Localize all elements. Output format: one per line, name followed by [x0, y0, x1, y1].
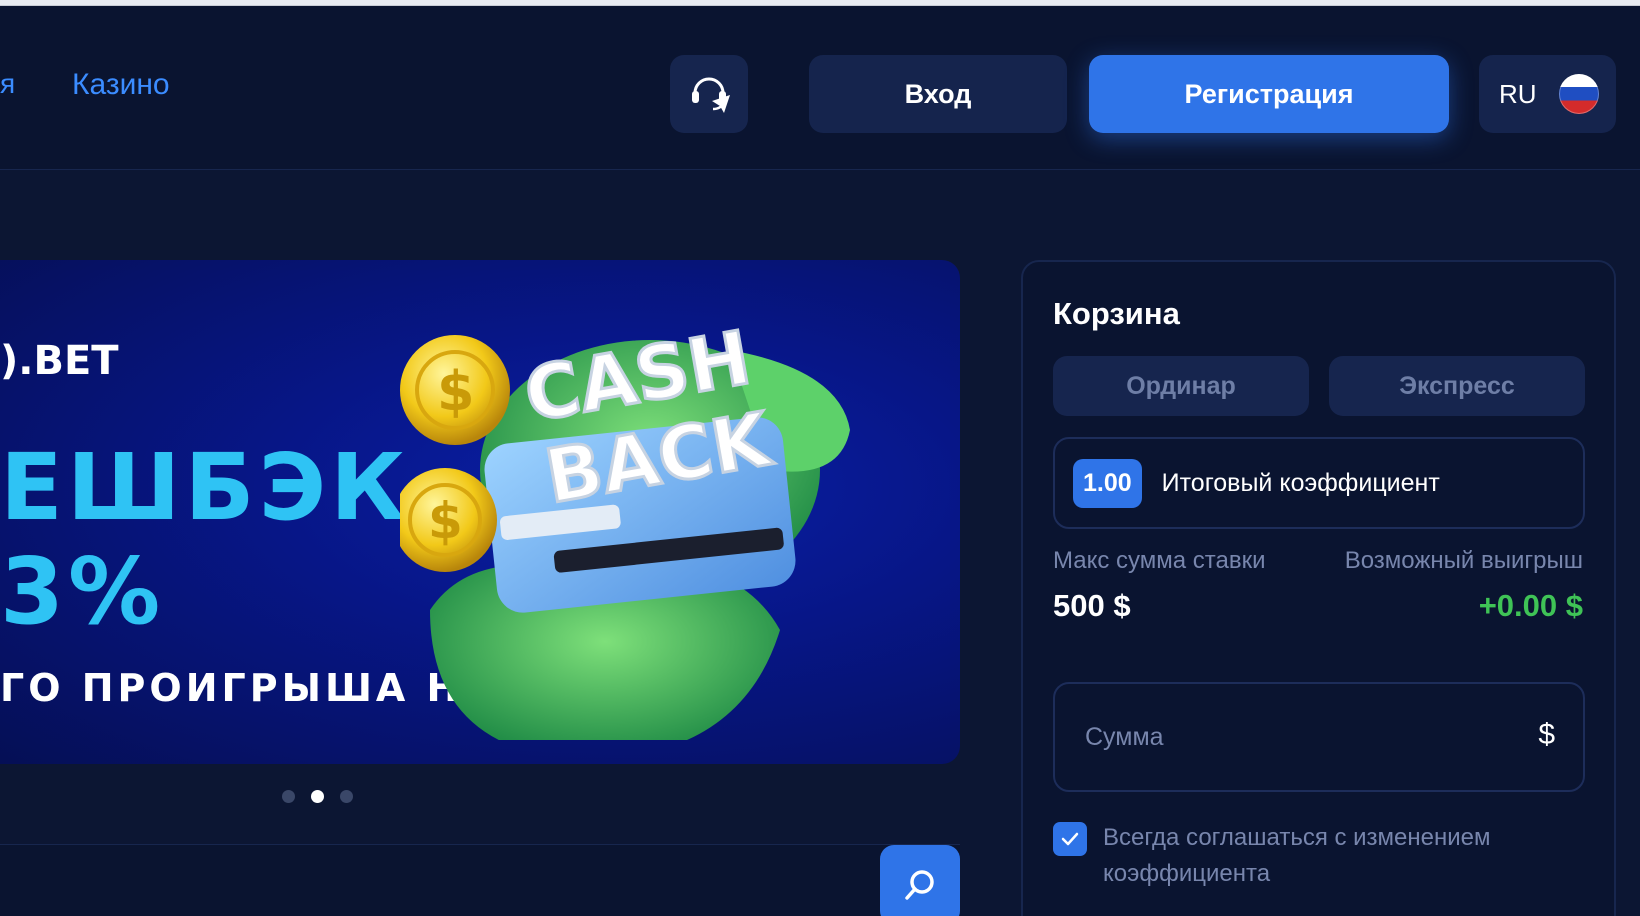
amount-field[interactable]: $ [1053, 682, 1585, 792]
agree-checkbox[interactable] [1053, 822, 1087, 856]
language-code: RU [1499, 78, 1537, 109]
svg-text:$: $ [428, 492, 463, 550]
possible-win-value: +0.00 $ [1478, 588, 1583, 623]
svg-text:$: $ [437, 360, 475, 423]
russia-flag-icon [1558, 74, 1599, 114]
pagination-dot-active[interactable] [311, 790, 324, 803]
register-button[interactable]: Регистрация [1089, 55, 1449, 133]
bet-slip-title: Корзина [1053, 296, 1180, 331]
promo-banner[interactable]: ).BET ЕШБЭК 3% ГО ПРОИГРЫША НА БАЛАНС CA… [0, 260, 960, 764]
tab-single[interactable]: Ординар [1053, 356, 1309, 416]
search-button[interactable] [880, 845, 960, 916]
nav-item-partial[interactable]: я [0, 68, 15, 100]
currency-symbol: $ [1538, 718, 1555, 751]
coefficient-badge: 1.00 [1073, 458, 1142, 508]
amount-input[interactable] [1085, 720, 1505, 754]
nav-item-casino[interactable]: Казино [72, 68, 170, 102]
banner-headline-line2: 3% [0, 538, 165, 645]
banner-brand: ).BET [0, 338, 119, 384]
max-bet-label: Макс сумма ставки [1053, 547, 1266, 574]
agree-label[interactable]: Всегда соглашаться с изменением коэффици… [1103, 820, 1573, 892]
banner-headline: ЕШБЭК 3% [0, 436, 409, 644]
coefficient-label: Итоговый коэффициент [1161, 468, 1440, 497]
tab-express[interactable]: Экспресс [1329, 356, 1585, 416]
pagination-dot[interactable] [340, 790, 353, 803]
bottom-panel [0, 844, 960, 916]
checkmark-icon [1061, 832, 1079, 846]
banner-headline-line1: ЕШБЭК [0, 434, 410, 541]
max-bet-value: 500 $ [1053, 588, 1131, 623]
bet-slip: Корзина Ординар Экспресс 1.00 Итоговый к… [1021, 260, 1616, 916]
total-coefficient: 1.00 Итоговый коэффициент [1053, 437, 1585, 529]
login-button[interactable]: Вход [809, 55, 1067, 133]
search-icon [905, 870, 934, 900]
possible-win-label: Возможный выигрыш [1344, 547, 1583, 574]
pagination-dot[interactable] [282, 790, 295, 803]
cashback-illustration: CASH BACK $ $ [400, 314, 850, 740]
site-header: я Казино Вход Регистрация RU [0, 6, 1640, 170]
support-button[interactable] [670, 55, 748, 133]
language-selector[interactable]: RU [1479, 55, 1616, 133]
banner-pagination [282, 790, 353, 803]
headset-telegram-icon [692, 77, 730, 113]
